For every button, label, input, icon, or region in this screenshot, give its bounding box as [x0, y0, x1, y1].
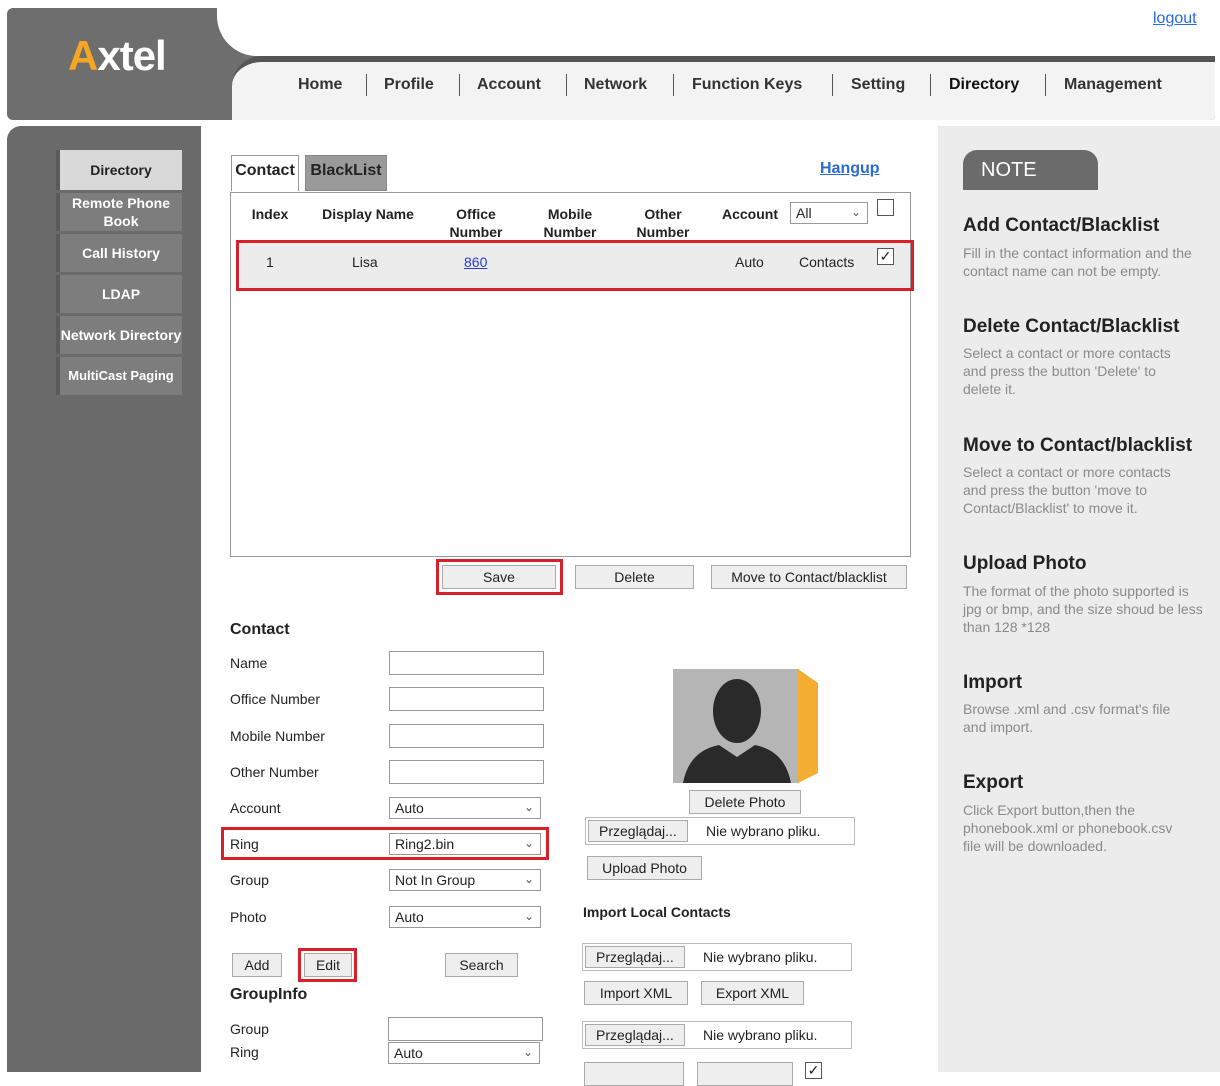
import-file-input-2[interactable]: Przeglądaj... Nie wybrano pliku. — [582, 1021, 852, 1049]
col-index: Index — [251, 206, 289, 222]
delete-photo-button[interactable]: Delete Photo — [689, 790, 801, 814]
group-select[interactable]: Not In Group ⌄ — [389, 869, 541, 891]
avatar-silhouette-icon — [683, 679, 791, 783]
note-text-export: Click Export button,then the phonebook.x… — [963, 802, 1173, 854]
note-title-upload: Upload Photo — [963, 553, 1087, 574]
col-account: Account — [722, 206, 778, 222]
import-csv-button[interactable] — [584, 1062, 684, 1086]
note-title-add: Add Contact/Blacklist — [963, 215, 1160, 236]
select-all-checkbox[interactable] — [877, 199, 894, 216]
mobile-number-input[interactable] — [389, 724, 544, 748]
photo-file-input[interactable]: Przeglądaj... Nie wybrano pliku. — [585, 817, 855, 845]
photo-label: Photo — [230, 909, 267, 925]
sidebar-item-multicast-paging[interactable]: MultiCast Paging — [56, 357, 182, 395]
group-label: Group — [230, 872, 269, 888]
nav-network[interactable]: Network — [584, 76, 647, 94]
note-text-add: Fill in the contact information and the … — [963, 245, 1192, 279]
delete-button[interactable]: Delete — [575, 565, 694, 589]
note-text-move: Select a contact or more contacts and pr… — [963, 464, 1171, 516]
header — [7, 8, 1217, 120]
sidebar-item-network-directory[interactable]: Network Directory — [56, 316, 182, 354]
mobile-number-label: Mobile Number — [230, 728, 325, 744]
group-info-ring-label: Ring — [230, 1044, 259, 1060]
note-header: NOTE — [963, 150, 1098, 190]
upload-photo-button[interactable]: Upload Photo — [587, 856, 702, 880]
col-mobile-number: Mobile Number — [543, 206, 597, 240]
note-title-export: Export — [963, 772, 1024, 793]
contact-section-title: Contact — [230, 621, 290, 638]
group-info-ring-select[interactable]: Auto ⌄ — [388, 1042, 540, 1064]
add-button[interactable]: Add — [232, 953, 282, 977]
nav-directory[interactable]: Directory — [949, 76, 1019, 94]
account-filter-select[interactable]: All ⌄ — [790, 202, 868, 224]
photo-browse-button[interactable]: Przeglądaj... — [588, 820, 688, 842]
export-xml-button[interactable]: Export XML — [701, 981, 804, 1005]
highlight-edit — [298, 948, 357, 982]
logout-link[interactable]: logout — [1153, 10, 1197, 28]
sidebar-item-call-history[interactable]: Call History — [56, 234, 182, 272]
sidebar-item-ldap[interactable]: LDAP — [56, 275, 182, 313]
other-number-label: Other Number — [230, 764, 319, 780]
name-label: Name — [230, 655, 268, 671]
group-info-group-input[interactable] — [388, 1017, 543, 1041]
highlight-save — [436, 559, 563, 595]
name-input[interactable] — [389, 651, 544, 675]
tab-blacklist[interactable]: BlackList — [305, 155, 387, 191]
note-text-import: Browse .xml and .csv format's file and i… — [963, 701, 1171, 735]
export-csv-button[interactable] — [697, 1062, 793, 1086]
nav-account[interactable]: Account — [477, 76, 541, 94]
note-title-move: Move to Contact/blacklist — [963, 435, 1193, 456]
search-button[interactable]: Search — [445, 953, 518, 977]
nav-management[interactable]: Management — [1064, 76, 1162, 94]
office-number-input[interactable] — [389, 687, 544, 711]
nav-function-keys[interactable]: Function Keys — [692, 76, 802, 94]
note-title-delete: Delete Contact/Blacklist — [963, 316, 1180, 337]
tab-contact[interactable]: Contact — [231, 155, 299, 191]
col-display-name: Display Name — [322, 206, 414, 222]
note-text-delete: Select a contact or more contacts and pr… — [963, 345, 1171, 397]
import-xml-button[interactable]: Import XML — [584, 981, 688, 1005]
import-browse-button[interactable]: Przeglądaj... — [585, 946, 685, 968]
hangup-link[interactable]: Hangup — [820, 160, 880, 178]
sidebar-item-remote-phone-book[interactable]: Remote Phone Book — [56, 193, 182, 231]
nav-profile[interactable]: Profile — [384, 76, 434, 94]
import-file-status: Nie wybrano pliku. — [703, 949, 818, 965]
col-other-number: Other Number — [636, 206, 690, 240]
logo: Axtel — [68, 32, 167, 79]
group-info-group-label: Group — [230, 1021, 269, 1037]
contact-photo — [673, 669, 799, 783]
photo-select[interactable]: Auto ⌄ — [389, 906, 541, 928]
move-button[interactable]: Move to Contact/blacklist — [711, 565, 907, 589]
highlight-row — [236, 240, 914, 291]
import-file-input[interactable]: Przeglądaj... Nie wybrano pliku. — [582, 943, 852, 971]
import-file-status-2: Nie wybrano pliku. — [703, 1027, 818, 1043]
nav-home[interactable]: Home — [298, 76, 342, 94]
import-browse-button-2[interactable]: Przeglądaj... — [585, 1024, 685, 1046]
account-label: Account — [230, 800, 281, 816]
other-number-input[interactable] — [389, 760, 544, 784]
import-title: Import Local Contacts — [583, 904, 731, 920]
photo-folder-edge — [798, 669, 818, 783]
office-number-label: Office Number — [230, 691, 320, 707]
note-text-upload: The format of the photo supported is jpg… — [963, 583, 1203, 635]
photo-file-status: Nie wybrano pliku. — [706, 823, 821, 839]
groupinfo-title: GroupInfo — [230, 986, 308, 1003]
csv-option-checkbox[interactable]: ✓ — [805, 1062, 822, 1079]
note-title-import: Import — [963, 672, 1023, 693]
sidebar-item-directory[interactable]: Directory — [56, 150, 182, 190]
nav-setting[interactable]: Setting — [851, 76, 905, 94]
highlight-ring — [221, 827, 549, 860]
account-select[interactable]: Auto ⌄ — [389, 797, 541, 819]
col-office-number: Office Number — [449, 206, 503, 240]
